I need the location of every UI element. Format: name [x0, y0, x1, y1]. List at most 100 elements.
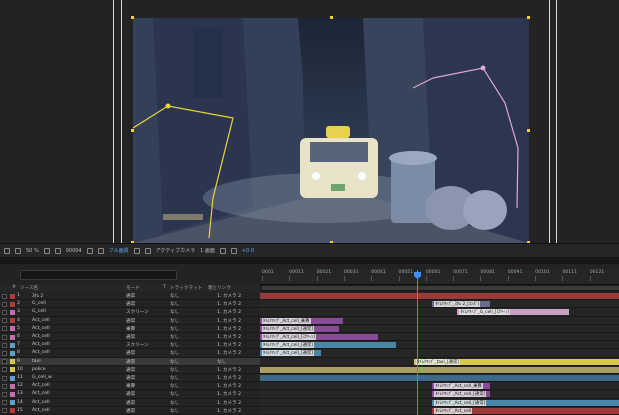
visibility-toggle[interactable]: [2, 318, 7, 324]
label-color-chip[interactable]: [10, 391, 15, 397]
parent-dropdown[interactable]: 1. カメラ 2: [217, 375, 241, 381]
track-matte-dropdown[interactable]: なし: [170, 367, 179, 373]
parent-dropdown[interactable]: 1. カメラ 2: [217, 400, 241, 406]
track-matte-dropdown[interactable]: なし: [170, 334, 179, 340]
track-matte-dropdown[interactable]: なし: [170, 408, 179, 414]
visibility-toggle[interactable]: [2, 367, 7, 373]
composition-frame[interactable]: [133, 18, 529, 243]
color-channel-icon[interactable]: [97, 247, 104, 254]
layer-track[interactable]: ﾀｲﾑﾘﾏｯﾌﾟ_ｽﾀﾑ 2_[ｺﾝﾎﾟ]: [260, 300, 619, 309]
layer-row[interactable]: 10 police 通常 なし 1. カメラ 2: [0, 365, 619, 374]
layer-track[interactable]: [260, 374, 619, 383]
layer-duration-bar[interactable]: ﾀｲﾑﾘﾏｯﾌﾟ_Act_cell_乗算: [260, 317, 343, 324]
visibility-toggle[interactable]: [2, 334, 7, 340]
layer-name[interactable]: Act_cell: [32, 391, 50, 396]
layer-track[interactable]: ﾀｲﾑﾘﾏｯﾌﾟ_Act_cell: [260, 406, 619, 415]
composition-viewer[interactable]: [0, 0, 619, 244]
mask-icon[interactable]: [15, 247, 21, 254]
layer-row[interactable]: 11 G_cell_w 通常 なし 1. カメラ 2: [0, 374, 619, 383]
visibility-toggle[interactable]: [2, 400, 7, 406]
bounding-handle[interactable]: [527, 16, 530, 19]
layer-duration-bar[interactable]: ﾀｲﾑﾘﾏｯﾌﾟ_Act_cell_[通常]: [260, 342, 397, 349]
track-matte-dropdown[interactable]: なし: [170, 359, 179, 365]
parent-dropdown[interactable]: 1. カメラ 2: [217, 367, 241, 373]
layer-search-input[interactable]: [20, 270, 177, 280]
label-color-chip[interactable]: [10, 326, 15, 332]
layer-track[interactable]: ﾀｲﾑﾘﾏｯﾌﾟ_Act_cell_[通常]: [260, 324, 619, 333]
zoom-dropdown[interactable]: 50 %: [26, 248, 39, 254]
blend-mode-dropdown[interactable]: 通常: [126, 293, 135, 299]
layer-duration-bar[interactable]: ﾀｲﾑﾘﾏｯﾌﾟ_G_cell_[ｽｸﾘｰﾝ]: [457, 309, 569, 316]
layer-track[interactable]: ﾀｲﾑﾘﾏｯﾌﾟ_Act_cell_[通常]: [260, 390, 619, 399]
layer-controls[interactable]: 9 taxi 通常 なし なし: [0, 357, 260, 366]
layer-track[interactable]: ﾀｲﾑﾘﾏｯﾌﾟ_Act_cell_[ｽｸﾘｰﾝ]: [260, 333, 619, 342]
layer-controls[interactable]: 2 G_cell 通常 なし 1. カメラ 2: [0, 300, 260, 309]
layer-track[interactable]: [260, 365, 619, 374]
layer-row[interactable]: 8 Act_cell 通常 なし 1. カメラ 2 ﾀｲﾑﾘﾏｯﾌﾟ_Act_cell_[…: [0, 349, 619, 358]
resolution-dropdown[interactable]: フル画質: [109, 247, 129, 254]
parent-dropdown[interactable]: 1. カメラ 2: [217, 301, 241, 307]
grid-icon[interactable]: [43, 247, 50, 254]
layer-track[interactable]: [260, 292, 619, 301]
label-color-chip[interactable]: [10, 359, 15, 365]
exposure-value[interactable]: +0.0: [242, 248, 254, 254]
layer-name[interactable]: Act_cell: [32, 334, 50, 339]
layer-controls[interactable]: 1 ｽﾀﾑ 2 通常 なし 1. カメラ 2: [0, 292, 260, 301]
parent-dropdown[interactable]: 1. カメラ 2: [217, 383, 241, 389]
layer-controls[interactable]: 6 Act_cell 通常 なし 1. カメラ 2: [0, 333, 260, 342]
layer-controls[interactable]: 3 G_cell スクリーン なし 1. カメラ 2: [0, 308, 260, 317]
layer-row[interactable]: 1 ｽﾀﾑ 2 通常 なし 1. カメラ 2: [0, 292, 619, 301]
col-parent[interactable]: 親とリンク: [208, 285, 231, 291]
blend-mode-dropdown[interactable]: 通常: [126, 408, 135, 414]
layer-name[interactable]: G_cell: [32, 301, 46, 306]
snapshot-icon[interactable]: [4, 247, 10, 254]
camera-icon[interactable]: [86, 247, 93, 254]
layer-name[interactable]: Act_cell: [32, 318, 50, 323]
layer-row[interactable]: 7 Act_cell スクリーン なし 1. カメラ 2 ﾀｲﾑﾘﾏｯﾌﾟ_Act_cel…: [0, 341, 619, 350]
track-matte-dropdown[interactable]: なし: [170, 309, 179, 315]
flowchart-icon[interactable]: [230, 247, 237, 254]
blend-mode-dropdown[interactable]: 乗算: [126, 326, 135, 332]
bounding-handle[interactable]: [131, 129, 134, 132]
label-color-chip[interactable]: [10, 309, 15, 315]
track-matte-dropdown[interactable]: なし: [170, 301, 179, 307]
blend-mode-dropdown[interactable]: 通常: [126, 391, 135, 397]
layer-track[interactable]: ﾀｲﾑﾘﾏｯﾌﾟ_Act_cell_乗算: [260, 316, 619, 325]
layer-row[interactable]: 12 Act_cell 乗算 なし 1. カメラ 2 ﾀｲﾑﾘﾏｯﾌﾟ_Act_cell_…: [0, 382, 619, 391]
track-matte-dropdown[interactable]: なし: [170, 293, 179, 299]
visibility-toggle[interactable]: [2, 293, 7, 299]
blend-mode-dropdown[interactable]: 通常: [126, 334, 135, 340]
label-color-chip[interactable]: [10, 293, 15, 299]
time-ruler[interactable]: 0001 00011 00021 00031 00041 00051 00061 00071 0…: [260, 270, 619, 284]
label-color-chip[interactable]: [10, 334, 15, 340]
layer-duration-bar[interactable]: ﾀｲﾑﾘﾏｯﾌﾟ_Act_cell_[通常]: [260, 350, 322, 357]
fast-preview-icon[interactable]: [219, 247, 226, 254]
layer-row[interactable]: 5 Act_cell 乗算 なし 1. カメラ 2 ﾀｲﾑﾘﾏｯﾌﾟ_Act_cell_[…: [0, 324, 619, 333]
layer-name[interactable]: Act_cell: [32, 342, 50, 347]
parent-dropdown[interactable]: 1. カメラ 2: [217, 391, 241, 397]
col-mode[interactable]: モード: [126, 285, 140, 291]
layer-name[interactable]: taxi: [32, 359, 41, 364]
layer-duration-bar[interactable]: ﾀｲﾑﾘﾏｯﾌﾟ_Act_cell_[通常]: [432, 399, 619, 406]
layer-duration-bar[interactable]: ﾀｲﾑﾘﾏｯﾌﾟ_taxi_[通常]: [414, 358, 619, 365]
layer-duration-bar[interactable]: ﾀｲﾑﾘﾏｯﾌﾟ_Act_cell_[ｽｸﾘｰﾝ]: [260, 334, 379, 340]
bounding-handle[interactable]: [330, 16, 333, 19]
layer-track[interactable]: ﾀｲﾑﾘﾏｯﾌﾟ_Act_cell_[通常]: [260, 349, 619, 358]
layer-controls[interactable]: 5 Act_cell 乗算 なし 1. カメラ 2: [0, 324, 260, 333]
blend-mode-dropdown[interactable]: スクリーン: [126, 342, 149, 348]
blend-mode-dropdown[interactable]: 通常: [126, 375, 135, 381]
blend-mode-dropdown[interactable]: スクリーン: [126, 309, 149, 315]
blend-mode-dropdown[interactable]: 乗算: [126, 383, 135, 389]
layer-row[interactable]: 3 G_cell スクリーン なし 1. カメラ 2 ﾀｲﾑﾘﾏｯﾌﾟ_G_cell_[ｽ…: [0, 308, 619, 317]
layer-row[interactable]: 15 Act_cell 通常 なし 1. カメラ 2 ﾀｲﾑﾘﾏｯﾌﾟ_Act_cell: [0, 406, 619, 415]
visibility-toggle[interactable]: [2, 383, 7, 389]
label-color-chip[interactable]: [10, 383, 15, 389]
layer-row[interactable]: 14 Act_cell 通常 なし 1. カメラ 2 ﾀｲﾑﾘﾏｯﾌﾟ_Act_cell_…: [0, 398, 619, 407]
parent-dropdown[interactable]: 1. カメラ 2: [217, 408, 241, 414]
view-dropdown[interactable]: アクティブカメラ: [156, 247, 195, 254]
layer-track[interactable]: ﾀｲﾑﾘﾏｯﾌﾟ_G_cell_[ｽｸﾘｰﾝ]: [260, 308, 619, 317]
layer-controls[interactable]: 11 G_cell_w 通常 なし 1. カメラ 2: [0, 374, 260, 383]
label-color-chip[interactable]: [10, 301, 15, 307]
blend-mode-dropdown[interactable]: 通常: [126, 350, 135, 356]
blend-mode-dropdown[interactable]: 通常: [126, 400, 135, 406]
